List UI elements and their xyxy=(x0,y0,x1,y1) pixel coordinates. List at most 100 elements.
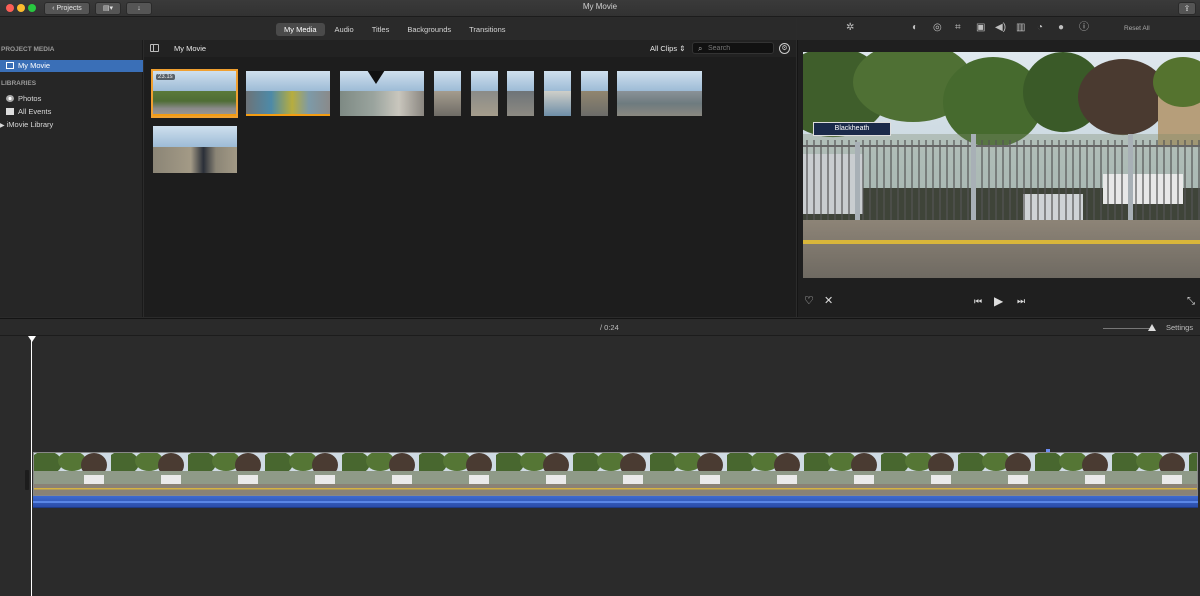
clip-filter-icon[interactable]: ● xyxy=(1058,23,1064,33)
playhead-handle-icon[interactable] xyxy=(28,336,36,342)
viewer: Blackheath ♡ ✕ ⏮ ▶ ⏭ ⤡ xyxy=(797,40,1200,317)
timeline-start-handle[interactable] xyxy=(25,470,29,490)
playhead[interactable] xyxy=(31,336,32,596)
frame-thumbnail xyxy=(1035,453,1112,495)
media-toolbar: My Media Audio Titles Backgrounds Transi… xyxy=(0,18,796,40)
clip-thumbnail xyxy=(507,71,534,92)
timeline-duration: / 0:24 xyxy=(600,323,619,332)
sidebar-item-my-movie[interactable]: My Movie xyxy=(0,60,143,72)
frame-thumbnail xyxy=(727,453,804,495)
frame-thumbnail xyxy=(34,453,111,495)
media-clip[interactable] xyxy=(340,71,424,116)
search-input[interactable] xyxy=(708,44,770,53)
filmstrip-frame xyxy=(34,453,111,495)
media-clip[interactable] xyxy=(471,71,498,116)
sidebar-item-all-events[interactable]: All Events xyxy=(6,106,51,118)
clip-thumbnail xyxy=(581,71,608,92)
frame-thumbnail xyxy=(1189,453,1197,495)
frame-thumbnail xyxy=(342,453,419,495)
project-media-header: PROJECT MEDIA xyxy=(1,46,55,53)
media-clip[interactable] xyxy=(544,71,571,116)
browser-settings-icon[interactable]: ⚙ xyxy=(779,43,790,54)
tab-backgrounds[interactable]: Backgrounds xyxy=(399,23,459,36)
favorite-icon[interactable]: ♡ xyxy=(804,296,814,307)
speed-icon[interactable]: ◔ xyxy=(1037,23,1043,33)
video-clip-filmstrip[interactable] xyxy=(33,452,1198,496)
sidebar-item-label: Photos xyxy=(18,94,42,103)
clip-thumbnail xyxy=(153,126,237,148)
clip-audio-waveform[interactable] xyxy=(33,496,1198,508)
frame-thumbnail xyxy=(958,453,1035,495)
filmstrip-frame xyxy=(342,453,419,495)
clip-thumbnail xyxy=(153,147,237,173)
window-title: My Movie xyxy=(582,2,618,11)
search-icon: ⌕ xyxy=(698,44,703,53)
clip-used-indicator xyxy=(246,114,330,116)
libraries-header: LIBRARIES xyxy=(1,80,37,87)
noise-reduction-icon[interactable]: ▥ xyxy=(1016,23,1025,33)
stabilization-icon[interactable]: ▣ xyxy=(976,23,985,33)
filmstrip-frame xyxy=(265,453,342,495)
clip-thumbnail xyxy=(471,71,498,92)
zoom-slider-knob[interactable] xyxy=(1148,324,1156,331)
share-icon: ⇪ xyxy=(1183,4,1191,13)
media-browser: My Movie All Clips ⇕ ⌕ ⚙ 23.1s xyxy=(144,40,796,317)
reject-icon[interactable]: ✕ xyxy=(824,296,833,307)
share-button[interactable]: ⇪ xyxy=(1178,2,1196,15)
filmstrip-frame xyxy=(496,453,573,495)
media-tabs: My Media Audio Titles Backgrounds Transi… xyxy=(276,23,514,36)
clip-duration-badge: 23.1s xyxy=(156,74,175,80)
photos-icon xyxy=(6,95,14,102)
tab-audio[interactable]: Audio xyxy=(327,23,362,36)
timeline[interactable] xyxy=(0,336,1200,596)
media-clip[interactable]: 23.1s xyxy=(151,69,238,118)
media-clip[interactable] xyxy=(246,71,330,116)
volume-icon[interactable]: ◀) xyxy=(995,23,1006,33)
color-balance-icon[interactable]: ◐ xyxy=(912,23,918,33)
sidebar-item-imovie-library[interactable]: ▶ iMovie Library xyxy=(0,119,53,131)
crop-icon[interactable]: ⌗ xyxy=(955,23,961,33)
reset-all-button[interactable]: Reset All xyxy=(1124,25,1150,32)
clip-thumbnail xyxy=(434,71,461,92)
disclosure-triangle-icon[interactable]: ▶ xyxy=(0,123,5,129)
color-correction-icon[interactable]: ◎ xyxy=(933,23,942,33)
events-icon xyxy=(6,108,14,115)
media-clip[interactable] xyxy=(581,71,608,116)
station-sign: Blackheath xyxy=(813,122,891,136)
frame-thumbnail xyxy=(496,453,573,495)
library-sidebar: PROJECT MEDIA My Movie LIBRARIES Photos … xyxy=(0,40,143,317)
media-clip[interactable] xyxy=(153,126,237,173)
viewer-yellow-line xyxy=(803,240,1200,244)
frame-thumbnail xyxy=(265,453,342,495)
clip-thumbnail xyxy=(340,91,424,116)
filmstrip-frame xyxy=(1035,453,1112,495)
sidebar-toggle-icon[interactable] xyxy=(150,44,159,52)
tab-my-media[interactable]: My Media xyxy=(276,23,325,36)
clip-thumbnail xyxy=(471,91,498,116)
fullscreen-icon[interactable]: ⤡ xyxy=(1187,296,1195,307)
media-clip[interactable] xyxy=(617,71,702,116)
zoom-slider[interactable] xyxy=(1103,328,1153,329)
sidebar-item-label: iMovie Library xyxy=(6,120,54,129)
tab-transitions[interactable]: Transitions xyxy=(461,23,513,36)
skip-back-icon[interactable]: ⏮ xyxy=(974,296,982,307)
clip-thumbnail xyxy=(544,71,571,92)
clip-filter-dropdown[interactable]: All Clips ⇕ xyxy=(650,44,685,53)
media-clip[interactable] xyxy=(434,71,461,116)
frame-thumbnail xyxy=(650,453,727,495)
sidebar-item-photos[interactable]: Photos xyxy=(6,93,41,105)
skip-forward-icon[interactable]: ⏭ xyxy=(1017,296,1025,307)
tab-titles[interactable]: Titles xyxy=(364,23,398,36)
play-icon[interactable]: ▶ xyxy=(994,295,1003,307)
clip-thumbnail xyxy=(617,71,702,92)
clip-thumbnail xyxy=(434,91,461,116)
info-icon[interactable]: ⓘ xyxy=(1079,23,1089,33)
media-clip[interactable] xyxy=(507,71,534,116)
browser-header: My Movie All Clips ⇕ ⌕ ⚙ xyxy=(144,40,796,57)
magic-wand-icon[interactable]: ✲ xyxy=(846,23,854,33)
timeline-settings-button[interactable]: Settings xyxy=(1166,323,1193,332)
clip-thumbnail xyxy=(617,91,702,116)
viewer-frame[interactable]: Blackheath xyxy=(803,52,1200,278)
filmstrip-frame xyxy=(419,453,496,495)
search-field[interactable]: ⌕ xyxy=(692,42,774,54)
